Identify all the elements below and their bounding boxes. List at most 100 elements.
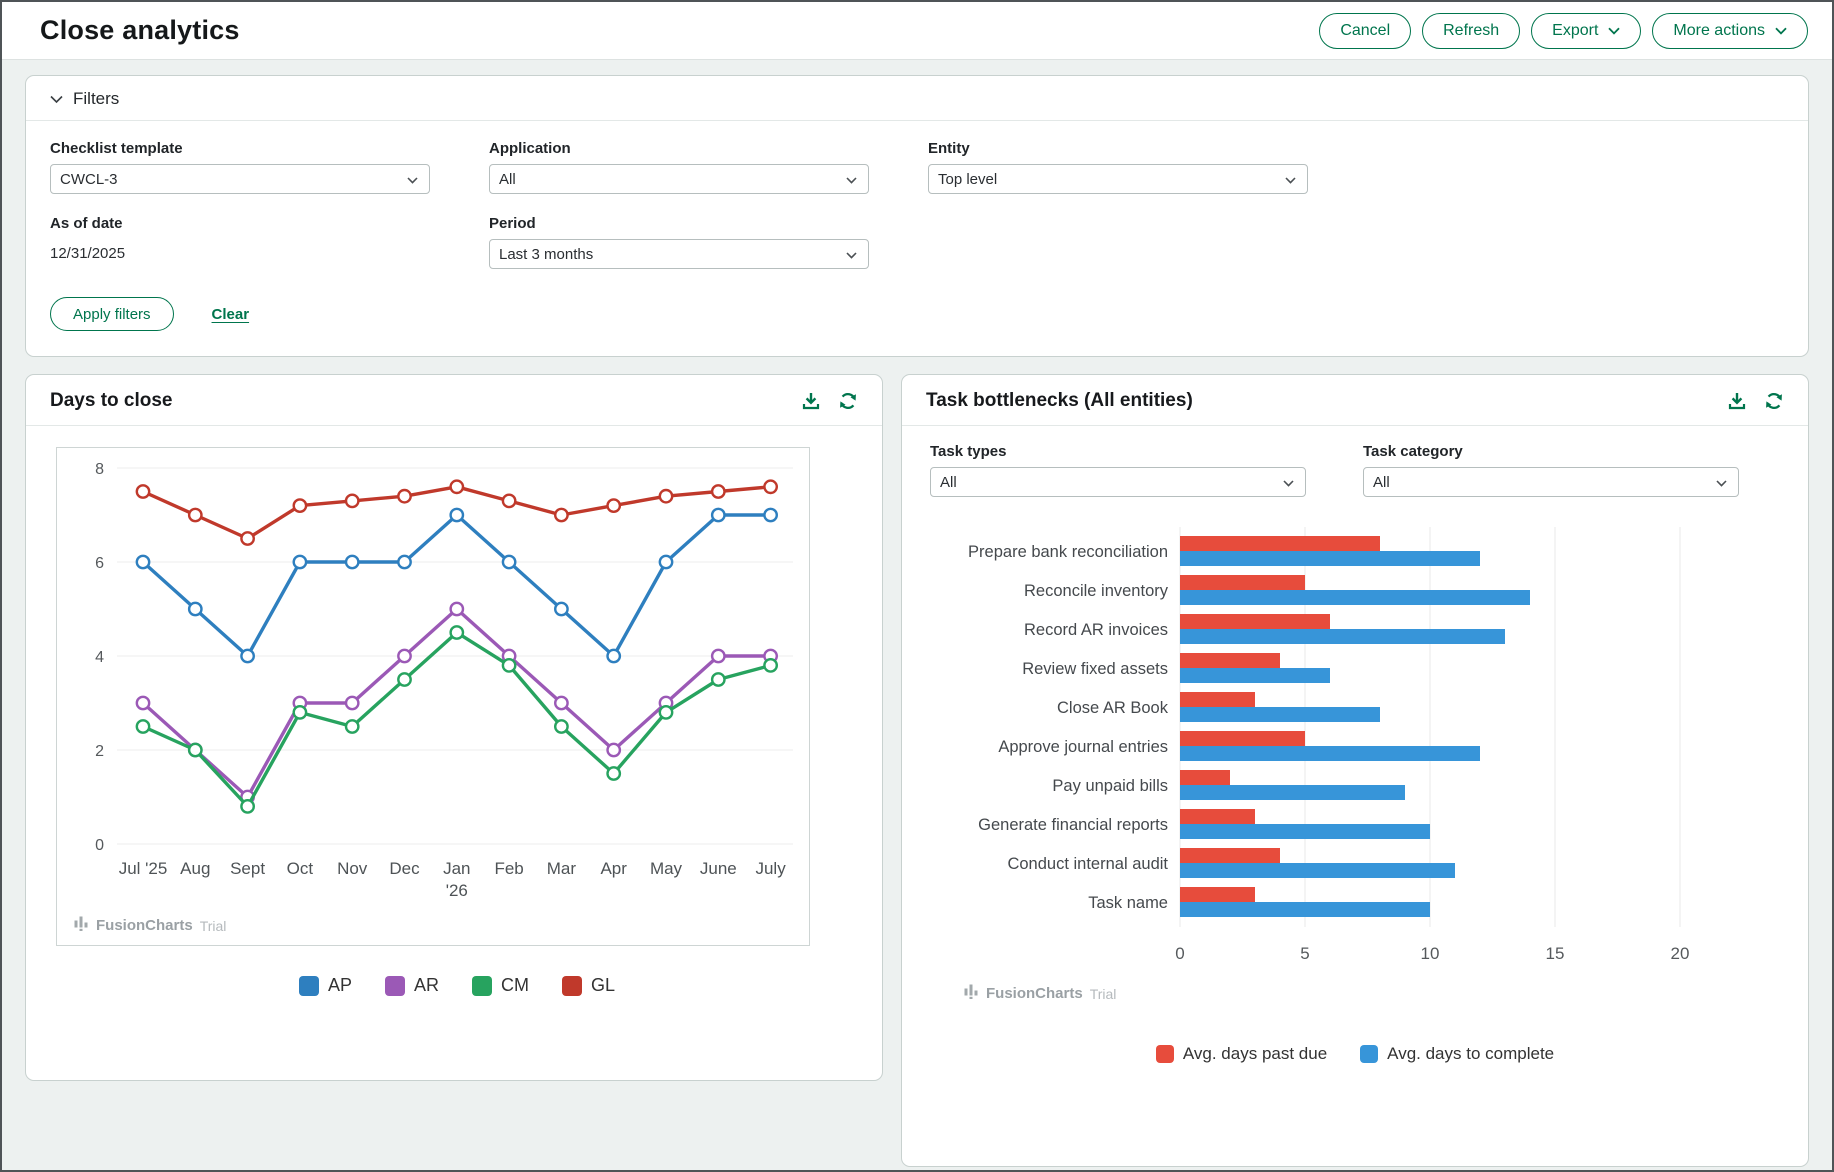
bar-avg-days-past-due[interactable] [1180,809,1255,824]
bar-avg-days-past-due[interactable] [1180,770,1230,785]
data-point-marker[interactable] [189,744,201,756]
data-point-marker[interactable] [608,744,620,756]
x-tick-label: Oct [287,859,314,878]
data-point-marker[interactable] [764,481,776,493]
days-to-close-title: Days to close [50,390,173,412]
bar-avg-days-to-complete[interactable] [1180,629,1505,644]
cancel-button[interactable]: Cancel [1319,13,1411,49]
legend-item-avg-days-past-due[interactable]: Avg. days past due [1156,1044,1327,1064]
filters-header[interactable]: Filters [26,76,1808,121]
legend-item-gl[interactable]: GL [562,975,615,996]
bar-avg-days-past-due[interactable] [1180,653,1280,668]
period-select[interactable]: Last 3 months [489,239,869,269]
bar-avg-days-past-due[interactable] [1180,887,1255,902]
clear-filters-link[interactable]: Clear [212,306,250,323]
data-point-marker[interactable] [346,556,358,568]
more-actions-button[interactable]: More actions [1652,13,1808,49]
application-select[interactable]: All [489,164,869,194]
data-point-marker[interactable] [555,509,567,521]
data-point-marker[interactable] [503,556,515,568]
bar-avg-days-past-due[interactable] [1180,692,1255,707]
download-button[interactable] [1727,391,1747,411]
bar-avg-days-past-due[interactable] [1180,848,1280,863]
data-point-marker[interactable] [503,659,515,671]
data-point-marker[interactable] [346,720,358,732]
data-point-marker[interactable] [608,767,620,779]
checklist-template-select[interactable]: CWCL-3 [50,164,430,194]
legend-item-cm[interactable]: CM [472,975,529,996]
data-point-marker[interactable] [137,556,149,568]
download-icon [801,399,821,414]
data-point-marker[interactable] [451,603,463,615]
data-point-marker[interactable] [137,720,149,732]
task-types-select[interactable]: All [930,467,1306,497]
data-point-marker[interactable] [346,697,358,709]
data-point-marker[interactable] [294,556,306,568]
filters-grid: Checklist template CWCL-3 Application Al… [50,140,1784,269]
data-point-marker[interactable] [398,650,410,662]
data-point-marker[interactable] [346,495,358,507]
apply-filters-button[interactable]: Apply filters [50,297,174,331]
field-entity: Entity Top level [928,140,1367,194]
bar-avg-days-to-complete[interactable] [1180,785,1405,800]
data-point-marker[interactable] [398,556,410,568]
task-types-value: All [940,474,957,491]
x-tick-label: June [700,859,737,878]
data-point-marker[interactable] [189,509,201,521]
refresh-chart-button[interactable] [838,391,858,411]
bar-avg-days-to-complete[interactable] [1180,863,1455,878]
legend-item-ap[interactable]: AP [299,975,352,996]
bar-avg-days-past-due[interactable] [1180,536,1380,551]
data-point-marker[interactable] [294,706,306,718]
data-point-marker[interactable] [451,481,463,493]
data-point-marker[interactable] [294,499,306,511]
bar-avg-days-to-complete[interactable] [1180,824,1430,839]
field-period: Period Last 3 months [489,215,928,269]
refresh-button[interactable]: Refresh [1422,13,1520,49]
entity-label: Entity [928,140,1367,157]
bar-avg-days-to-complete[interactable] [1180,590,1530,605]
task-category-select[interactable]: All [1363,467,1739,497]
data-point-marker[interactable] [712,485,724,497]
bar-avg-days-to-complete[interactable] [1180,746,1480,761]
data-point-marker[interactable] [398,673,410,685]
data-point-marker[interactable] [451,509,463,521]
data-point-marker[interactable] [608,650,620,662]
data-point-marker[interactable] [555,697,567,709]
data-point-marker[interactable] [660,556,672,568]
data-point-marker[interactable] [660,706,672,718]
data-point-marker[interactable] [137,697,149,709]
data-point-marker[interactable] [241,800,253,812]
data-point-marker[interactable] [189,603,201,615]
download-button[interactable] [801,391,821,411]
legend-item-ar[interactable]: AR [385,975,439,996]
bar-avg-days-to-complete[interactable] [1180,707,1380,722]
data-point-marker[interactable] [712,673,724,685]
data-point-marker[interactable] [137,485,149,497]
bar-avg-days-to-complete[interactable] [1180,551,1480,566]
x-tick-label: Mar [547,859,577,878]
bar-avg-days-to-complete[interactable] [1180,902,1430,917]
data-point-marker[interactable] [712,650,724,662]
data-point-marker[interactable] [451,626,463,638]
data-point-marker[interactable] [764,509,776,521]
refresh-chart-button[interactable] [1764,391,1784,411]
bar-avg-days-to-complete[interactable] [1180,668,1330,683]
data-point-marker[interactable] [241,650,253,662]
bar-avg-days-past-due[interactable] [1180,614,1330,629]
bar-avg-days-past-due[interactable] [1180,731,1305,746]
export-button[interactable]: Export [1531,13,1641,49]
data-point-marker[interactable] [764,659,776,671]
data-point-marker[interactable] [398,490,410,502]
data-point-marker[interactable] [712,509,724,521]
data-point-marker[interactable] [555,720,567,732]
cancel-button-label: Cancel [1340,22,1390,40]
data-point-marker[interactable] [241,532,253,544]
data-point-marker[interactable] [660,490,672,502]
entity-select[interactable]: Top level [928,164,1308,194]
data-point-marker[interactable] [555,603,567,615]
data-point-marker[interactable] [503,495,515,507]
bar-avg-days-past-due[interactable] [1180,575,1305,590]
data-point-marker[interactable] [608,499,620,511]
legend-item-avg-days-to-complete[interactable]: Avg. days to complete [1360,1044,1554,1064]
